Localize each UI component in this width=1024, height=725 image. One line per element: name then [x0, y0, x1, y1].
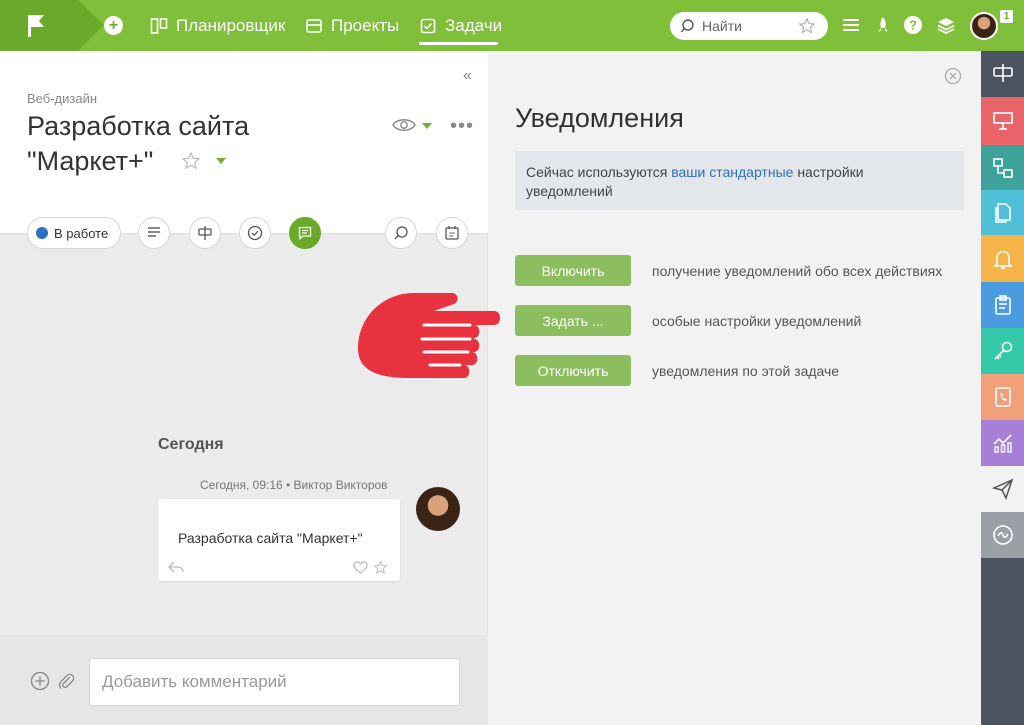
nav-projects-label: Проекты — [331, 15, 400, 35]
comment-input[interactable]: Добавить комментарий — [89, 658, 460, 706]
nav-projects[interactable]: Проекты — [305, 0, 399, 51]
layers-icon[interactable] — [935, 14, 957, 36]
reply-icon[interactable] — [168, 561, 184, 573]
enable-button[interactable]: Включить — [515, 255, 631, 286]
custom-settings-button[interactable]: Задать ... — [515, 305, 631, 336]
add-attachment-icon[interactable] — [30, 671, 50, 691]
custom-settings-description: особые настройки уведомлений — [652, 313, 862, 329]
like-heart-icon[interactable] — [353, 561, 368, 574]
nav-active-indicator — [419, 42, 498, 45]
calendar-icon — [445, 226, 459, 240]
user-avatar[interactable] — [970, 12, 998, 40]
sidebar-item-analytics[interactable] — [981, 420, 1024, 466]
project-label[interactable]: Веб-дизайн — [27, 91, 97, 106]
key-icon — [993, 341, 1012, 360]
collapse-icon[interactable]: « — [463, 67, 472, 85]
search-input[interactable]: Найти — [670, 12, 828, 40]
notifications-panel: Уведомления Сейчас используются ваши ста… — [494, 51, 981, 725]
message-text: Разработка сайта "Маркет+" — [178, 530, 363, 546]
contacts-icon — [994, 387, 1011, 407]
wave-icon — [992, 525, 1013, 545]
status-label: В работе — [54, 225, 109, 241]
message-meta: Сегодня, 09:16 • Виктор Викторов — [200, 478, 388, 492]
more-options-icon[interactable]: ••• — [450, 115, 474, 138]
checklist-button[interactable] — [239, 217, 271, 249]
eye-icon[interactable] — [392, 117, 416, 133]
search-icon — [680, 19, 694, 33]
logo[interactable] — [0, 0, 104, 51]
sidebar-item-diagram[interactable] — [981, 145, 1024, 190]
bell-icon — [992, 250, 1013, 269]
nav-tasks-label: Задачи — [445, 15, 503, 35]
description-button[interactable] — [138, 217, 170, 249]
pointing-hand-icon — [358, 293, 500, 378]
task-header: « Веб-дизайн Разработка сайта "Маркет+" … — [0, 51, 488, 233]
rocket-icon[interactable] — [872, 14, 894, 36]
add-button[interactable]: + — [104, 16, 123, 35]
text-lines-icon — [148, 227, 160, 237]
nav-planner[interactable]: Планировщик — [150, 0, 285, 51]
svg-text:?: ? — [909, 18, 917, 33]
help-icon[interactable]: ? — [902, 14, 924, 36]
notifications-title: Уведомления — [515, 103, 684, 133]
disable-description: уведомления по этой задаче — [652, 363, 840, 379]
status-dot — [36, 227, 48, 239]
sidebar-item-notifications[interactable] — [981, 235, 1024, 282]
author-avatar[interactable] — [416, 487, 460, 531]
signpost-button[interactable] — [189, 217, 221, 249]
sidebar-item-signpost[interactable] — [981, 54, 1024, 92]
comment-placeholder: Добавить комментарий — [102, 672, 287, 691]
enable-description: получение уведомлений обо всех действиях — [652, 263, 943, 279]
signpost-icon — [198, 226, 212, 240]
calendar-button[interactable] — [436, 217, 468, 249]
check-circle-icon — [247, 225, 263, 241]
favorite-star-icon[interactable] — [373, 560, 388, 575]
comments-button[interactable] — [289, 217, 321, 249]
signpost-icon — [992, 64, 1013, 82]
top-bar: + Планировщик Проекты Задачи Найти ? 1 — [0, 0, 1024, 51]
close-icon[interactable] — [944, 67, 962, 85]
sidebar-item-wave[interactable] — [981, 512, 1024, 558]
clipboard-icon — [994, 295, 1011, 315]
search-placeholder: Найти — [702, 18, 742, 34]
menu-icon[interactable] — [840, 14, 862, 36]
send-icon — [991, 478, 1013, 500]
comment-icon — [298, 226, 312, 240]
sidebar-item-documents[interactable] — [981, 190, 1024, 235]
projects-icon — [306, 18, 322, 33]
message-card[interactable]: Разработка сайта "Маркет+" — [158, 499, 400, 581]
board-icon — [992, 112, 1013, 130]
planner-icon — [150, 17, 168, 34]
notification-badge: 1 — [1000, 10, 1013, 23]
tasks-icon — [420, 18, 436, 33]
eye-dropdown-icon[interactable] — [422, 123, 432, 129]
search-feed-button[interactable] — [385, 217, 417, 249]
analytics-icon — [992, 434, 1012, 453]
info-box: Сейчас используются ваши стандартные нас… — [515, 151, 964, 210]
info-prefix: Сейчас используются — [526, 164, 672, 180]
title-dropdown-icon[interactable] — [216, 158, 226, 164]
search-icon — [394, 226, 408, 240]
right-sidebar — [981, 51, 1024, 725]
flag-logo-icon — [28, 15, 44, 37]
sidebar-item-board[interactable] — [981, 97, 1024, 145]
sidebar-item-clipboard[interactable] — [981, 282, 1024, 328]
paperclip-icon[interactable] — [57, 671, 75, 691]
disable-button[interactable]: Отключить — [515, 355, 631, 386]
sidebar-item-send[interactable] — [981, 466, 1024, 512]
documents-icon — [994, 202, 1011, 223]
sidebar-item-contacts[interactable] — [981, 374, 1024, 420]
status-button[interactable]: В работе — [27, 217, 121, 249]
default-settings-link[interactable]: ваши стандартные — [671, 164, 793, 180]
sidebar-item-key[interactable] — [981, 328, 1024, 374]
favorites-star-icon[interactable] — [798, 17, 816, 35]
diagram-icon — [992, 157, 1013, 178]
star-icon[interactable] — [181, 151, 201, 171]
day-separator: Сегодня — [158, 436, 224, 453]
nav-planner-label: Планировщик — [176, 15, 286, 35]
